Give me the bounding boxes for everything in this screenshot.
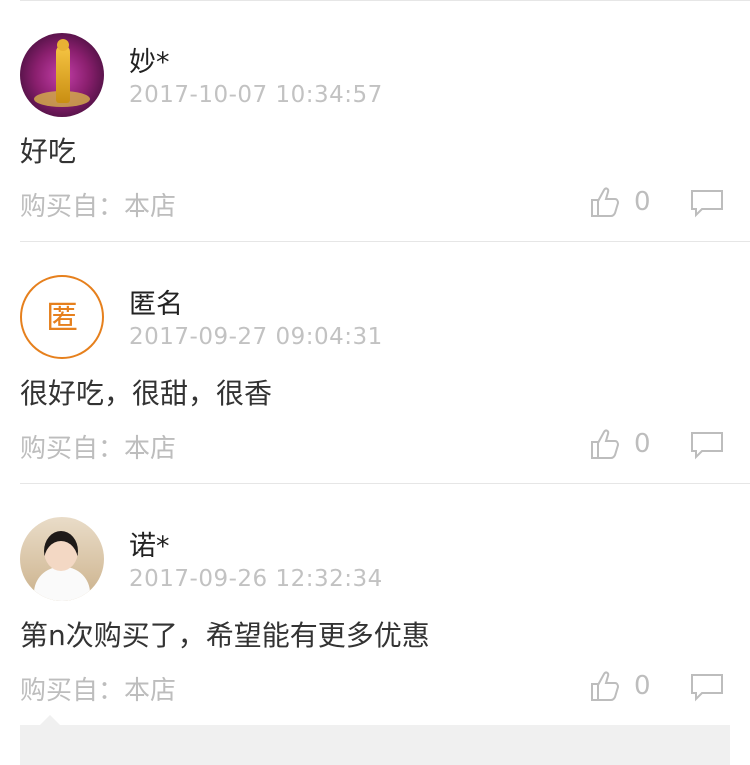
review-text: 很好吃，很甜，很香 (20, 377, 273, 410)
comment-icon[interactable] (690, 430, 724, 460)
thumbs-up-icon (591, 429, 620, 459)
avatar[interactable]: 匿 (20, 275, 104, 359)
reviewer-name: 匿名 (129, 289, 183, 320)
review-timestamp: 2017-09-26 12:32:34 (129, 566, 383, 592)
like-count: 0 (634, 671, 651, 701)
reviewer-name: 妙* (129, 47, 170, 78)
anonymous-badge-text: 匿 (45, 298, 78, 336)
comment-icon[interactable] (690, 188, 724, 218)
like-count: 0 (634, 429, 651, 459)
purchase-source: 购买自：本店 (20, 676, 177, 706)
like-button[interactable]: 0 (590, 428, 651, 460)
thumbs-up-icon (591, 187, 620, 217)
avatar[interactable] (20, 517, 104, 601)
avatar[interactable] (20, 33, 104, 117)
review-item: 匿 匿名 2017-09-27 09:04:31 很好吃，很甜，很香 购买自：本… (0, 242, 750, 484)
purchase-source: 购买自：本店 (20, 434, 177, 464)
seller-reply-panel (20, 715, 730, 765)
avatar-image-body (34, 567, 90, 601)
review-item: 诺* 2017-09-26 12:32:34 第n次购买了，希望能有更多优惠 购… (0, 484, 750, 726)
review-timestamp: 2017-09-27 09:04:31 (129, 324, 383, 350)
thumbs-up-icon (591, 671, 620, 701)
purchase-source: 购买自：本店 (20, 192, 177, 222)
reviewer-name: 诺* (129, 531, 170, 562)
review-text: 第n次购买了，希望能有更多优惠 (20, 619, 430, 652)
avatar-image-figure (56, 39, 70, 103)
like-count: 0 (634, 187, 651, 217)
comment-icon[interactable] (690, 672, 724, 702)
review-item: 妙* 2017-10-07 10:34:57 好吃 购买自：本店 0 (0, 0, 750, 242)
avatar-image-head (44, 531, 78, 571)
like-button[interactable]: 0 (590, 670, 651, 702)
like-button[interactable]: 0 (590, 186, 651, 218)
review-text: 好吃 (20, 135, 77, 168)
review-timestamp: 2017-10-07 10:34:57 (129, 82, 383, 108)
